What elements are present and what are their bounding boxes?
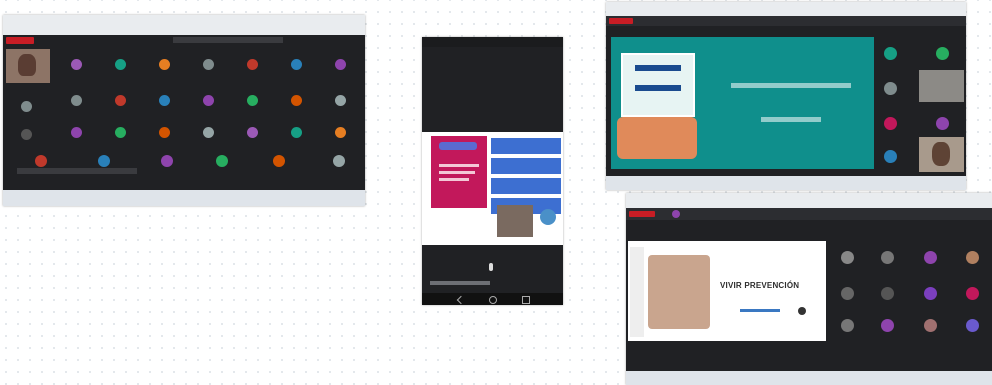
participant-avatar-icon	[159, 127, 170, 138]
video-thumbnail	[919, 137, 964, 172]
phone-option-button[interactable]	[491, 178, 561, 194]
participant-avatar-icon	[35, 155, 47, 167]
participant-avatar-icon	[159, 59, 170, 70]
caption-bar	[430, 281, 490, 285]
participant-avatar-icon	[966, 287, 979, 300]
phone-option-button[interactable]	[491, 138, 561, 154]
card-header	[439, 142, 477, 150]
participant-avatar-icon	[161, 155, 173, 167]
person-avatar	[932, 142, 950, 166]
meeting-screenshot-grid	[3, 15, 365, 206]
participant-avatar-icon	[21, 101, 32, 112]
meeting-screenshot-teal-slide	[606, 2, 966, 190]
meeting-screenshot-prevention-slide: VIVIR PREVENCIÓN	[626, 193, 992, 385]
phone-content-panel	[422, 132, 563, 245]
participant-avatar-icon	[71, 127, 82, 138]
self-video-thumbnail	[497, 205, 533, 237]
phone-option-button[interactable]	[491, 158, 561, 174]
participant-avatar-icon	[841, 251, 854, 264]
card-text-line	[439, 178, 469, 181]
participant-avatar-icon	[881, 251, 894, 264]
participant-avatar-icon	[966, 251, 979, 264]
participant-avatar-icon	[884, 82, 897, 95]
participant-avatar-icon	[71, 95, 82, 106]
windows-taskbar	[3, 190, 365, 206]
participant-avatar-icon	[203, 127, 214, 138]
participant-avatar-icon	[924, 251, 937, 264]
participant-avatar-icon	[115, 95, 126, 106]
card-text-line	[439, 171, 475, 174]
participant-avatar-icon	[203, 95, 214, 106]
phone-status-bar	[422, 37, 563, 47]
status-text	[17, 168, 137, 174]
participant-avatar-icon	[247, 59, 258, 70]
participant-avatar-icon	[881, 287, 894, 300]
participant-avatar-icon	[115, 127, 126, 138]
participant-avatar-icon	[71, 59, 82, 70]
participant-avatar-icon	[247, 127, 258, 138]
participant-avatar-icon	[966, 319, 979, 332]
participant-column	[606, 2, 966, 190]
nav-recent-icon[interactable]	[522, 296, 530, 304]
windows-taskbar	[606, 176, 966, 190]
participant-avatar-icon	[924, 287, 937, 300]
participant-avatar-icon	[21, 129, 32, 140]
participant-avatar-icon	[291, 95, 302, 106]
participant-avatar-icon	[216, 155, 228, 167]
participant-avatar-icon	[159, 95, 170, 106]
participant-avatar-icon	[936, 117, 949, 130]
nav-back-icon[interactable]	[456, 295, 466, 305]
participant-avatar-icon	[115, 59, 126, 70]
participant-avatar-icon	[333, 155, 345, 167]
nav-home-icon[interactable]	[489, 296, 497, 304]
participant-avatar-icon	[936, 47, 949, 60]
participant-avatar-icon	[841, 287, 854, 300]
avatar-icon	[540, 209, 556, 225]
mic-icon[interactable]	[489, 263, 493, 271]
participant-avatar-icon	[335, 95, 346, 106]
windows-taskbar	[626, 371, 992, 385]
participant-avatar-icon	[884, 117, 897, 130]
video-thumbnail	[919, 70, 964, 102]
participant-grid	[626, 193, 992, 385]
participant-avatar-icon	[247, 95, 258, 106]
participant-avatar-icon	[884, 150, 897, 163]
participant-avatar-icon	[884, 47, 897, 60]
participant-avatar-icon	[924, 319, 937, 332]
participant-avatar-icon	[291, 127, 302, 138]
participant-avatar-icon	[335, 59, 346, 70]
participant-avatar-icon	[335, 127, 346, 138]
phone-magenta-card	[431, 136, 487, 208]
participant-grid	[3, 15, 365, 206]
participant-avatar-icon	[98, 155, 110, 167]
participant-avatar-icon	[291, 59, 302, 70]
card-text-line	[439, 164, 479, 167]
participant-avatar-icon	[203, 59, 214, 70]
participant-avatar-icon	[273, 155, 285, 167]
phone-nav-bar	[422, 293, 563, 305]
participant-avatar-icon	[881, 319, 894, 332]
participant-avatar-icon	[841, 319, 854, 332]
phone-screenshot	[422, 37, 563, 305]
